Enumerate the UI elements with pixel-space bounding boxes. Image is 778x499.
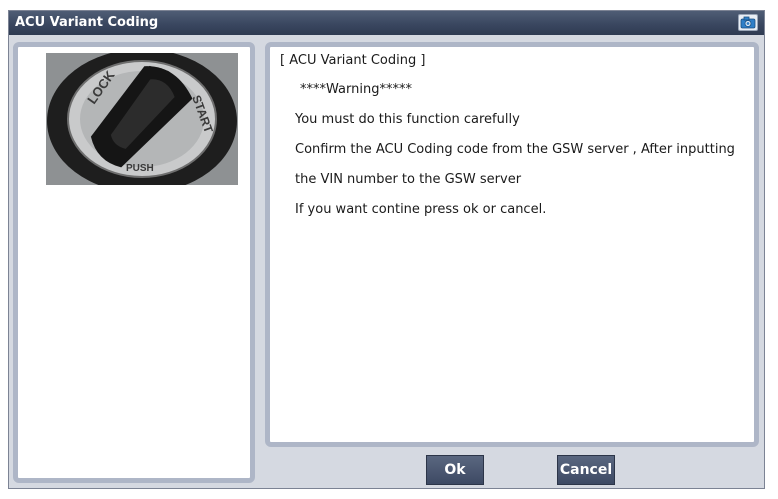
message-heading: [ ACU Variant Coding ] [280, 53, 426, 68]
cancel-button[interactable]: Cancel [557, 455, 615, 485]
ignition-switch-image: LOCK ACC START PUSH [46, 53, 238, 185]
acu-variant-coding-dialog: ACU Variant Coding LOCK ACC START PUSH [8, 10, 765, 489]
push-label: PUSH [126, 163, 154, 174]
ok-button[interactable]: Ok [426, 455, 484, 485]
message-line: You must do this function carefully [295, 112, 520, 127]
message-panel: [ ACU Variant Coding ] ****Warning***** … [265, 42, 759, 447]
message-line: the VIN number to the GSW server [295, 172, 522, 187]
title-bar: ACU Variant Coding [9, 11, 764, 35]
message-line: If you want contine press ok or cancel. [295, 202, 547, 217]
screenshot-button[interactable] [738, 14, 758, 31]
image-panel: LOCK ACC START PUSH [13, 42, 255, 483]
window-title: ACU Variant Coding [15, 15, 159, 30]
message-line: Confirm the ACU Coding code from the GSW… [295, 142, 735, 157]
camera-icon [740, 16, 756, 29]
warning-text: ****Warning***** [300, 82, 412, 97]
